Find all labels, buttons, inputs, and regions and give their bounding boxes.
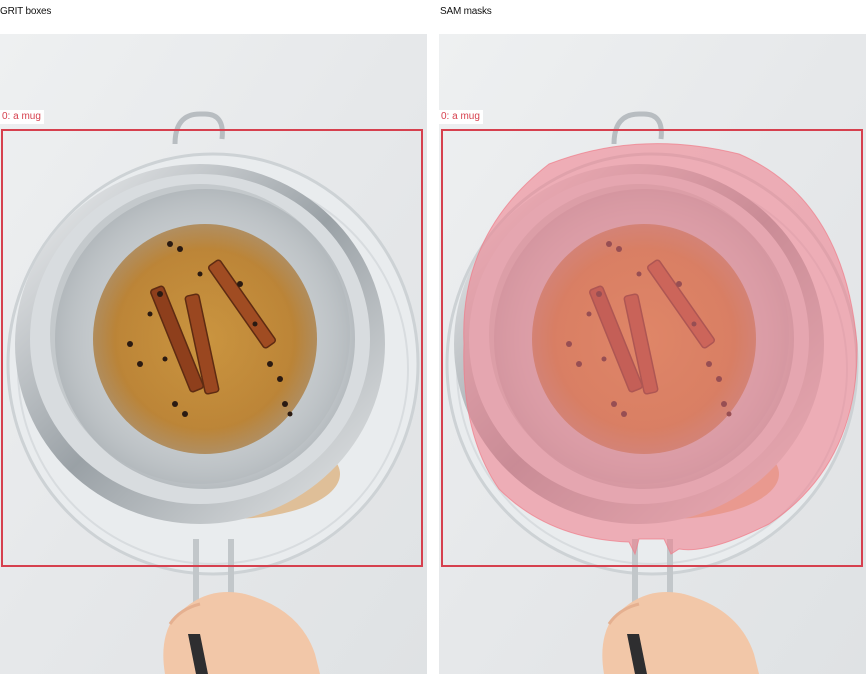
sam-mask-label: 0: a mug: [439, 110, 483, 124]
left-panel-title: GRIT boxes: [0, 6, 52, 17]
right-panel-title: SAM masks: [440, 6, 492, 17]
grit-box-label: 0: a mug: [0, 110, 44, 124]
sam-bounding-box[interactable]: [441, 129, 863, 567]
sam-masks-panel: 0: a mug: [439, 34, 866, 674]
grit-bounding-box[interactable]: [1, 129, 423, 567]
grit-boxes-panel: 0: a mug: [0, 34, 427, 674]
